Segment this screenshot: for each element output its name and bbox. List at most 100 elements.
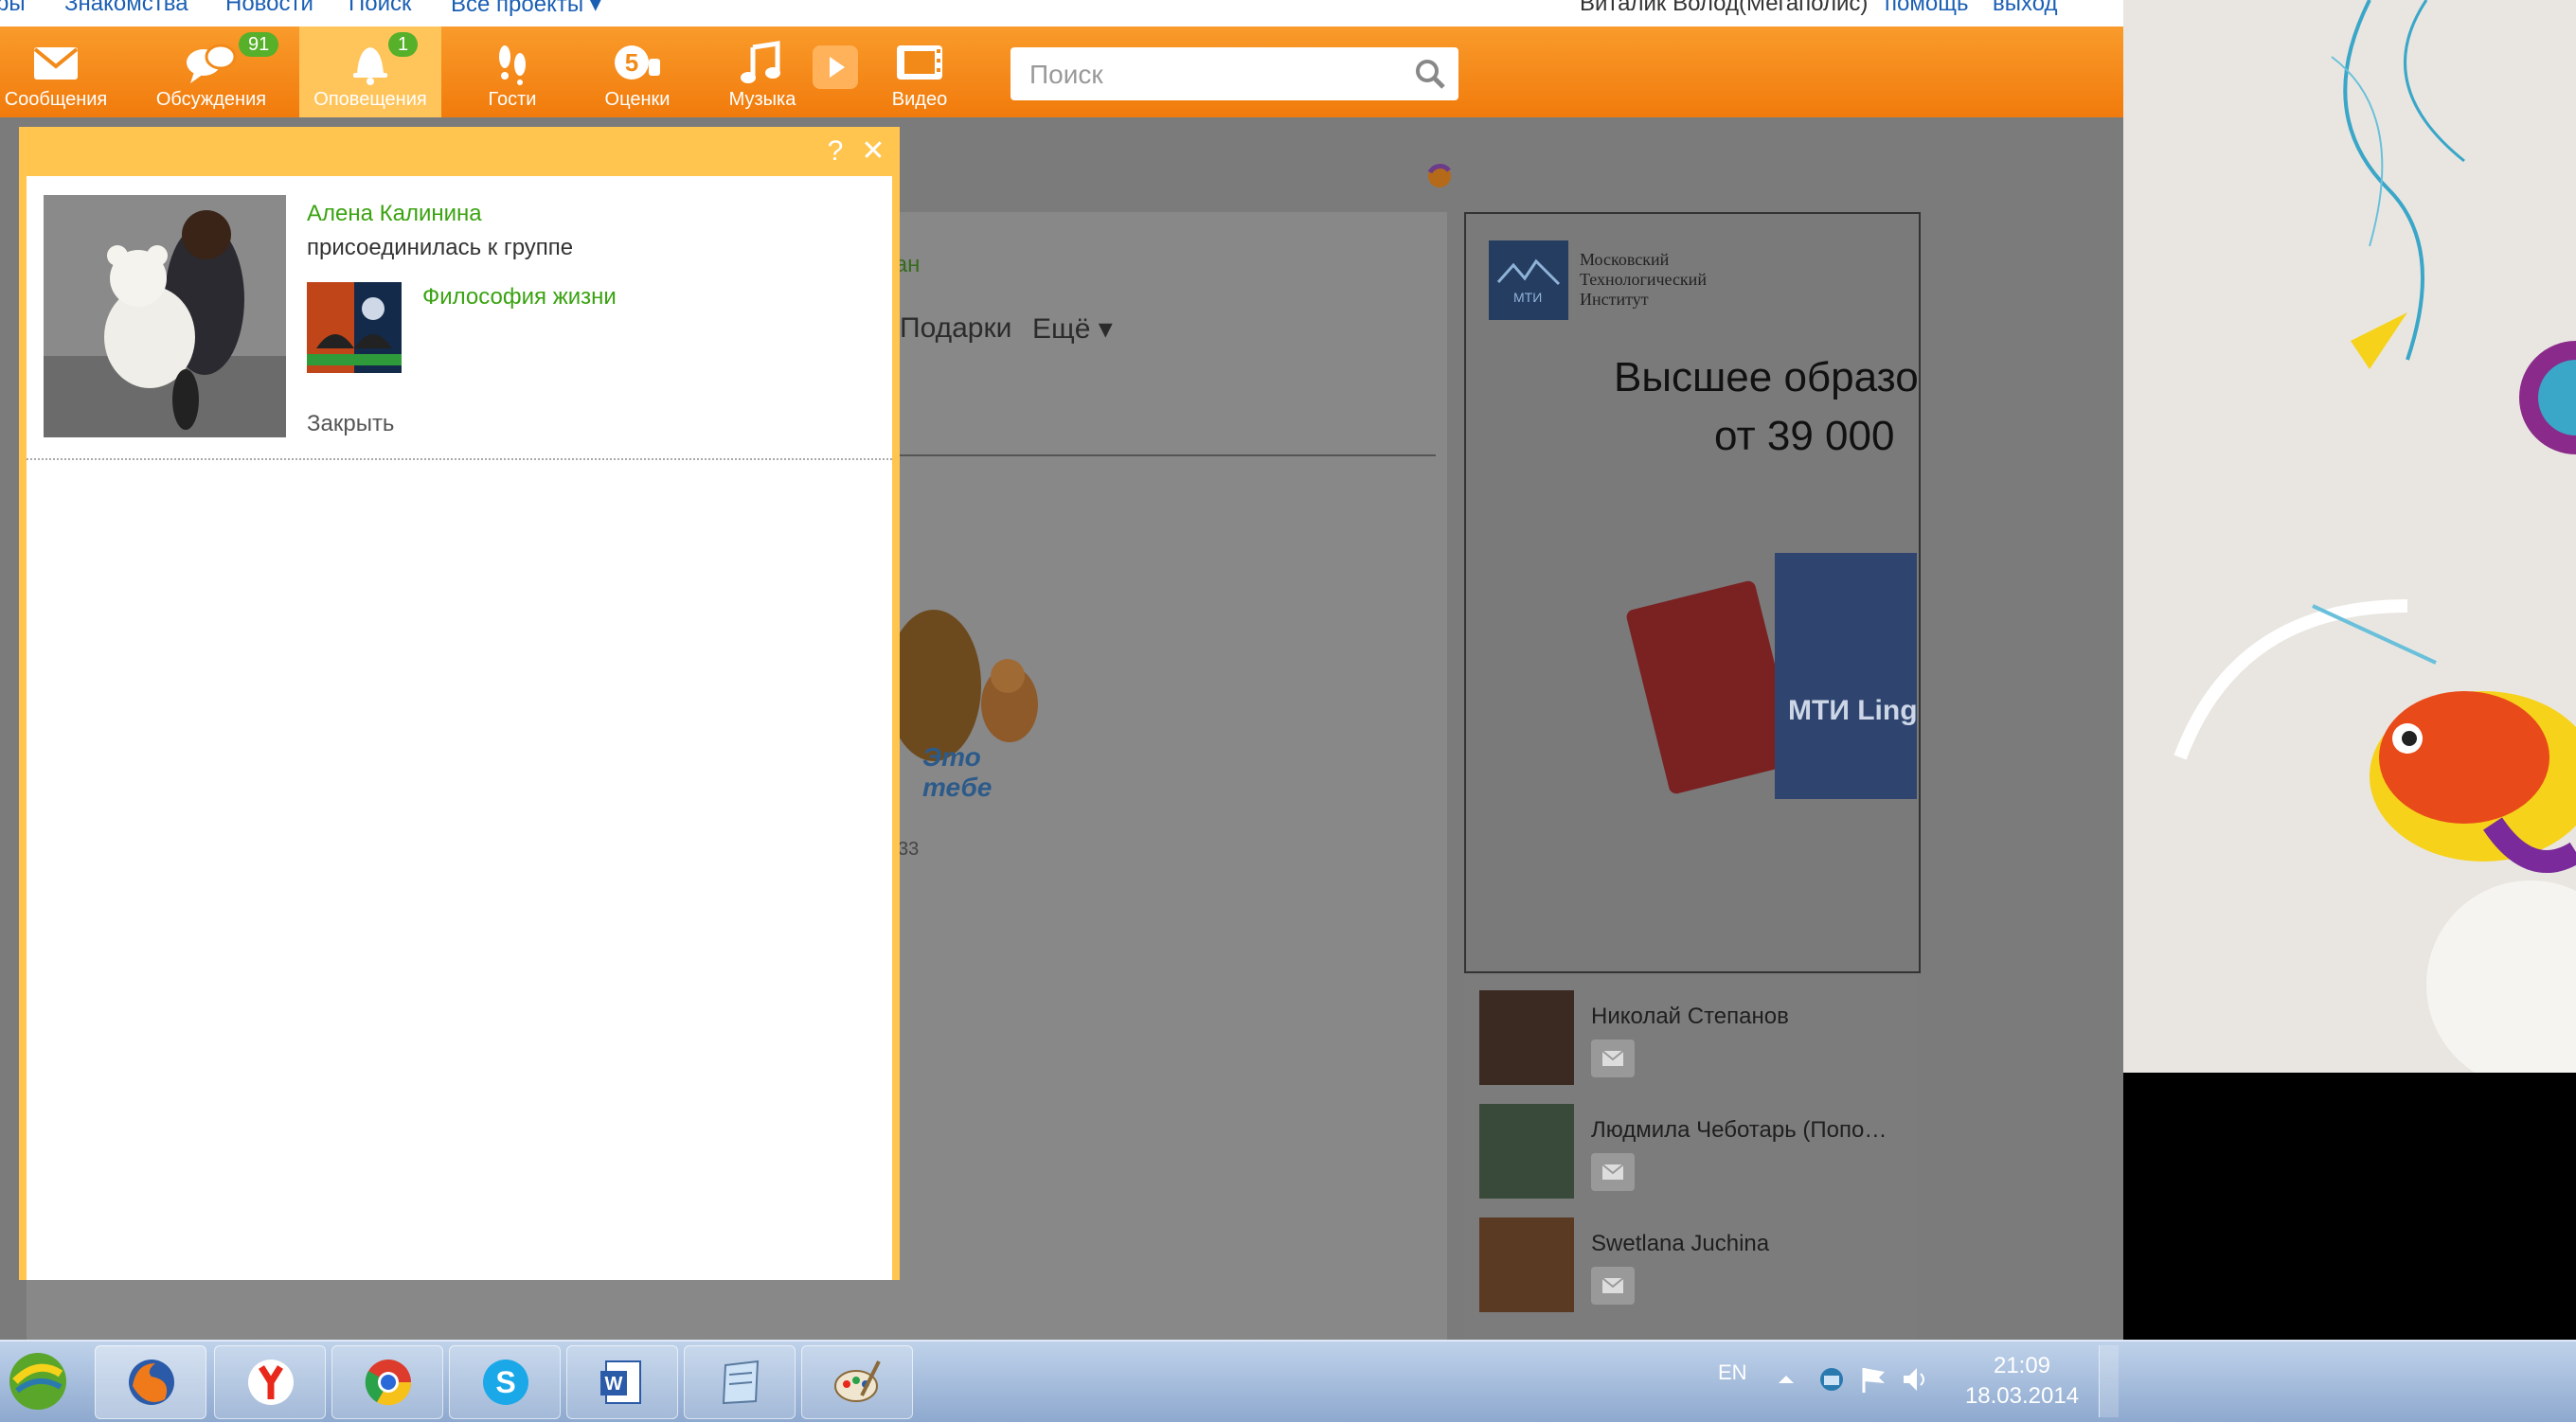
send-message-button[interactable] [1591, 1040, 1635, 1077]
desktop-wallpaper [2123, 0, 2576, 1073]
top-nav-link-search[interactable]: Поиск [349, 0, 412, 17]
toolbar-messages-label: Сообщения [4, 89, 108, 110]
friends-list: Николай Степанов Людмила Чеботарь (Попо…… [1464, 975, 1917, 1340]
footprints-icon [499, 45, 526, 85]
user-name-link[interactable]: Виталик Волод(Мегаполис) [1580, 0, 1868, 17]
toolbar-music-label: Музыка [728, 89, 796, 110]
notification-action-text: присоединилась к группе [307, 235, 574, 260]
ad-product-label: МТИ Ling [1788, 695, 1918, 726]
wallpaper-art-icon [2174, 0, 2576, 1073]
popup-help-button[interactable]: ? [818, 134, 852, 169]
ad-bag-blue: МТИ Ling [1775, 553, 1918, 799]
clock-date: 18.03.2014 [1964, 1383, 2080, 1409]
paint-icon [834, 1360, 881, 1402]
person-name[interactable]: Николай Степанов [1591, 1004, 1789, 1030]
ad-brand-line1: Московский [1580, 250, 1670, 269]
top-nav-link-news[interactable]: Новости [225, 0, 313, 17]
svg-text:5: 5 [625, 48, 638, 77]
group-image-icon [307, 282, 402, 373]
sticker-meta: 33 [898, 839, 920, 860]
toolbar-discussions[interactable]: 91 Обсуждения [140, 27, 282, 117]
search-icon[interactable] [1413, 57, 1447, 91]
group-thumbnail[interactable] [307, 282, 402, 373]
notepad-icon [722, 1360, 760, 1405]
menu-more: Ещё ▾ [1032, 313, 1113, 345]
skype-icon: S [483, 1360, 528, 1405]
firefox-icon [129, 1360, 174, 1405]
toolbar-discussions-label: Обсуждения [155, 89, 267, 110]
film-icon [897, 45, 942, 80]
notification-user-name[interactable]: Алена Калинина [307, 201, 482, 227]
close-notification-link[interactable]: Закрыть [307, 411, 394, 437]
notification-user-photo[interactable] [44, 195, 286, 437]
show-desktop-button[interactable] [2099, 1345, 2119, 1417]
divider-line [898, 454, 1436, 456]
toolbar-messages[interactable]: Сообщения [0, 27, 127, 117]
flag-icon[interactable] [1858, 1364, 1888, 1395]
taskbar-skype[interactable]: S [449, 1345, 561, 1419]
popup-close-button[interactable]: ✕ [856, 134, 890, 169]
system-clock[interactable]: 21:09 18.03.2014 [1951, 1351, 2093, 1412]
avatar[interactable] [1479, 990, 1574, 1085]
taskbar-paint[interactable] [801, 1345, 913, 1419]
chrome-icon [365, 1360, 412, 1406]
group-name-link[interactable]: Философия жизни [422, 284, 617, 311]
logout-link[interactable]: выход [1993, 0, 2058, 17]
envelope-icon [1601, 1050, 1624, 1066]
mti-logo-text: МТИ [1513, 290, 1543, 305]
speaker-icon[interactable] [1900, 1364, 1930, 1395]
list-item[interactable]: Swetlana Juchina [1479, 1218, 1915, 1322]
search-box [1011, 47, 1458, 100]
show-hidden-icons-icon[interactable] [1777, 1372, 1796, 1385]
desktop-black-area [2123, 1073, 2576, 1340]
toolbar-video-label: Видео [891, 89, 948, 110]
send-message-button[interactable] [1591, 1267, 1635, 1305]
ad-brand-line3: Институт [1580, 290, 1649, 309]
toolbar-notifications[interactable]: 1 Оповещения [299, 27, 441, 117]
ad-headline-2: от 39 000 [1714, 413, 1895, 459]
taskbar-word[interactable]: W [566, 1345, 678, 1419]
toolbar-guests[interactable]: Гости [441, 27, 583, 117]
list-item[interactable]: Людмила Чеботарь (Попо… [1479, 1104, 1915, 1208]
sticker-image: Это тебе [886, 572, 1047, 802]
ad-headline-1: Высшее образов [1614, 354, 1921, 400]
envelope-icon [33, 47, 79, 80]
start-orb-icon [9, 1353, 66, 1410]
help-link[interactable]: помощь [1885, 0, 1968, 17]
search-input[interactable] [1028, 55, 1401, 95]
taskbar-yandex[interactable] [214, 1345, 326, 1419]
discussions-badge: 91 [239, 32, 279, 57]
top-nav-link-all-projects[interactable]: Все проекты ▾ [451, 0, 601, 18]
top-nav-link-games[interactable]: ры [0, 0, 26, 17]
start-button[interactable] [4, 1345, 72, 1417]
mountains-logo-icon [1496, 258, 1561, 286]
avatar[interactable] [1479, 1104, 1574, 1199]
advertisement-banner[interactable]: МТИ Московский Технологический Институт … [1464, 212, 1921, 973]
mti-logo: МТИ [1489, 240, 1568, 320]
word-icon: W [600, 1360, 641, 1404]
taskbar-chrome[interactable] [331, 1345, 443, 1419]
notification-divider [27, 458, 892, 460]
clock-time: 21:09 [1993, 1353, 2051, 1378]
rating-5-icon: 5 [615, 45, 660, 80]
send-message-button[interactable] [1591, 1153, 1635, 1191]
list-item[interactable]: Николай Степанов [1479, 990, 1915, 1094]
avatar[interactable] [1479, 1218, 1574, 1312]
taskbar-firefox[interactable] [95, 1345, 206, 1419]
sticker-caption: Это тебе [922, 742, 993, 802]
taskbar-notepad[interactable] [684, 1345, 796, 1419]
person-name[interactable]: Людмила Чеботарь (Попо… [1591, 1117, 1887, 1144]
envelope-icon [1601, 1277, 1624, 1293]
person-name[interactable]: Swetlana Juchina [1591, 1231, 1769, 1257]
toolbar-video[interactable]: Видео [849, 27, 991, 117]
ad-brand: Московский Технологический Институт [1580, 250, 1707, 310]
toolbar-guests-label: Гости [488, 89, 537, 110]
taskbar: S W EN 21:09 18.03.2014 [0, 1340, 2576, 1422]
toolbar-ratings[interactable]: 5 Оценки [566, 27, 708, 117]
svg-text:W: W [605, 1374, 623, 1395]
top-nav-link-dating[interactable]: Знакомства [64, 0, 188, 17]
network-icon[interactable] [1816, 1364, 1847, 1395]
language-indicator[interactable]: EN [1718, 1360, 1747, 1385]
toolbar-ratings-label: Оценки [604, 89, 671, 110]
yandex-browser-icon [248, 1360, 294, 1405]
